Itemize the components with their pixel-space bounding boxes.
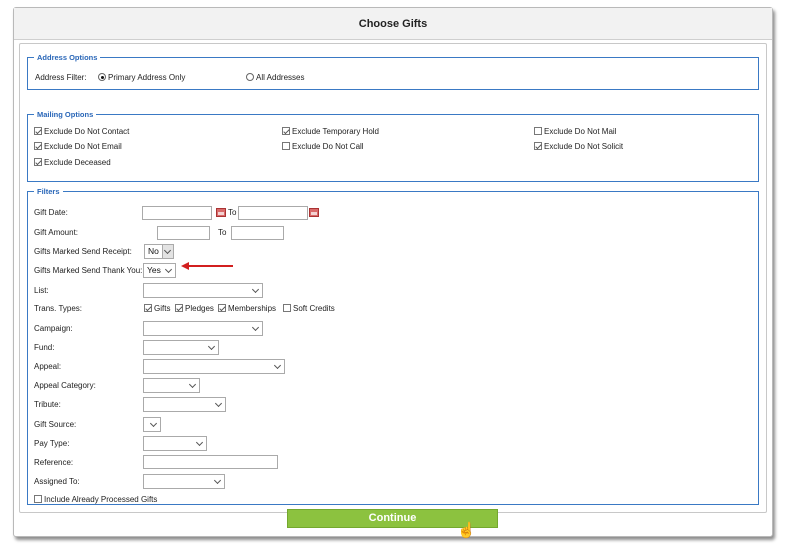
checkbox-icon[interactable] bbox=[218, 304, 226, 312]
tribute-label: Tribute: bbox=[34, 400, 61, 409]
chevron-down-icon bbox=[188, 380, 197, 389]
chevron-down-icon bbox=[164, 265, 173, 274]
pay-type-label: Pay Type: bbox=[34, 439, 70, 448]
checkbox-icon[interactable] bbox=[34, 142, 42, 150]
trans-type-pledges-checkbox[interactable]: Pledges bbox=[175, 303, 214, 315]
checkbox-icon[interactable] bbox=[534, 127, 542, 135]
trans-type-gifts-checkbox[interactable]: Gifts bbox=[144, 303, 170, 315]
exclude-do-not-contact-checkbox[interactable]: Exclude Do Not Contact bbox=[34, 126, 129, 138]
address-filter-label: Address Filter: bbox=[35, 73, 87, 82]
primary-address-option[interactable]: Primary Address Only bbox=[98, 72, 185, 84]
trans-type-soft-credits-checkbox[interactable]: Soft Credits bbox=[283, 303, 335, 315]
exclude-do-not-email-checkbox[interactable]: Exclude Do Not Email bbox=[34, 141, 122, 153]
checkbox-icon[interactable] bbox=[282, 142, 290, 150]
checkbox-icon[interactable] bbox=[534, 142, 542, 150]
address-options-legend: Address Options bbox=[34, 52, 101, 63]
campaign-select[interactable] bbox=[143, 321, 263, 336]
assigned-to-select[interactable] bbox=[143, 474, 225, 489]
chevron-down-icon bbox=[251, 285, 260, 294]
gift-amount-from-input[interactable] bbox=[157, 226, 210, 240]
filters-group: Filters Gift Date: To Gift Amount: To Gi… bbox=[27, 186, 759, 506]
reference-input[interactable] bbox=[143, 455, 278, 469]
pay-type-select[interactable] bbox=[143, 436, 207, 451]
gift-source-select[interactable] bbox=[143, 417, 161, 432]
appeal-category-select[interactable] bbox=[143, 378, 200, 393]
chevron-down-icon bbox=[273, 361, 282, 370]
exclude-do-not-solicit-checkbox[interactable]: Exclude Do Not Solicit bbox=[534, 141, 623, 153]
reference-label: Reference: bbox=[34, 458, 74, 467]
tribute-select[interactable] bbox=[143, 397, 226, 412]
radio-icon[interactable] bbox=[246, 73, 254, 81]
checkbox-icon[interactable] bbox=[34, 158, 42, 166]
appeal-label: Appeal: bbox=[34, 362, 62, 371]
red-arrow-annotation bbox=[181, 262, 233, 270]
chevron-down-icon bbox=[214, 399, 223, 408]
gift-source-label: Gift Source: bbox=[34, 420, 77, 429]
all-addresses-option[interactable]: All Addresses bbox=[246, 72, 304, 84]
hand-cursor-icon: ☝ bbox=[457, 522, 476, 539]
list-label: List: bbox=[34, 286, 49, 295]
to-label: To bbox=[228, 208, 237, 217]
chevron-down-icon bbox=[195, 438, 204, 447]
gift-amount-label: Gift Amount: bbox=[34, 228, 79, 237]
checkbox-icon[interactable] bbox=[144, 304, 152, 312]
chevron-down-icon bbox=[149, 419, 158, 428]
gift-date-to-input[interactable] bbox=[238, 206, 308, 220]
list-select[interactable] bbox=[143, 283, 263, 298]
send-thankyou-select[interactable]: Yes bbox=[143, 263, 176, 278]
checkbox-icon[interactable] bbox=[282, 127, 290, 135]
gift-date-label: Gift Date: bbox=[34, 208, 68, 217]
dialog-title: Choose Gifts bbox=[14, 8, 772, 40]
gift-amount-to-input[interactable] bbox=[231, 226, 284, 240]
exclude-deceased-checkbox[interactable]: Exclude Deceased bbox=[34, 157, 111, 169]
exclude-do-not-call-checkbox[interactable]: Exclude Do Not Call bbox=[282, 141, 364, 153]
send-receipt-select[interactable]: No bbox=[144, 244, 174, 259]
fund-select[interactable] bbox=[143, 340, 219, 355]
appeal-select[interactable] bbox=[143, 359, 285, 374]
gift-date-from-input[interactable] bbox=[142, 206, 212, 220]
mailing-options-legend: Mailing Options bbox=[34, 109, 97, 120]
checkbox-icon[interactable] bbox=[34, 495, 42, 503]
chevron-down-icon bbox=[163, 246, 172, 255]
exclude-do-not-mail-checkbox[interactable]: Exclude Do Not Mail bbox=[534, 126, 616, 138]
send-receipt-label: Gifts Marked Send Receipt: bbox=[34, 247, 132, 256]
checkbox-icon[interactable] bbox=[175, 304, 183, 312]
checkbox-icon[interactable] bbox=[283, 304, 291, 312]
dialog-content: Address Options Address Filter: Primary … bbox=[19, 43, 767, 513]
mailing-options-group: Mailing Options Exclude Do Not Contact E… bbox=[27, 109, 759, 182]
send-thankyou-label: Gifts Marked Send Thank You: bbox=[34, 266, 143, 275]
radio-icon[interactable] bbox=[98, 73, 106, 81]
fund-label: Fund: bbox=[34, 343, 55, 352]
trans-type-memberships-checkbox[interactable]: Memberships bbox=[218, 303, 276, 315]
appeal-category-label: Appeal Category: bbox=[34, 381, 96, 390]
filters-legend: Filters bbox=[34, 186, 63, 197]
to-label: To bbox=[218, 228, 227, 237]
checkbox-icon[interactable] bbox=[34, 127, 42, 135]
trans-types-label: Trans. Types: bbox=[34, 304, 83, 313]
chevron-down-icon bbox=[251, 323, 260, 332]
calendar-icon[interactable] bbox=[216, 208, 226, 217]
chevron-down-icon bbox=[207, 342, 216, 351]
calendar-icon[interactable] bbox=[309, 208, 319, 217]
choose-gifts-dialog: Choose Gifts Address Options Address Fil… bbox=[13, 7, 773, 537]
address-options-group: Address Options Address Filter: Primary … bbox=[27, 52, 759, 90]
include-processed-checkbox[interactable]: Include Already Processed Gifts bbox=[34, 494, 157, 506]
campaign-label: Campaign: bbox=[34, 324, 73, 333]
exclude-temporary-hold-checkbox[interactable]: Exclude Temporary Hold bbox=[282, 126, 379, 138]
chevron-down-icon bbox=[213, 476, 222, 485]
assigned-to-label: Assigned To: bbox=[34, 477, 80, 486]
